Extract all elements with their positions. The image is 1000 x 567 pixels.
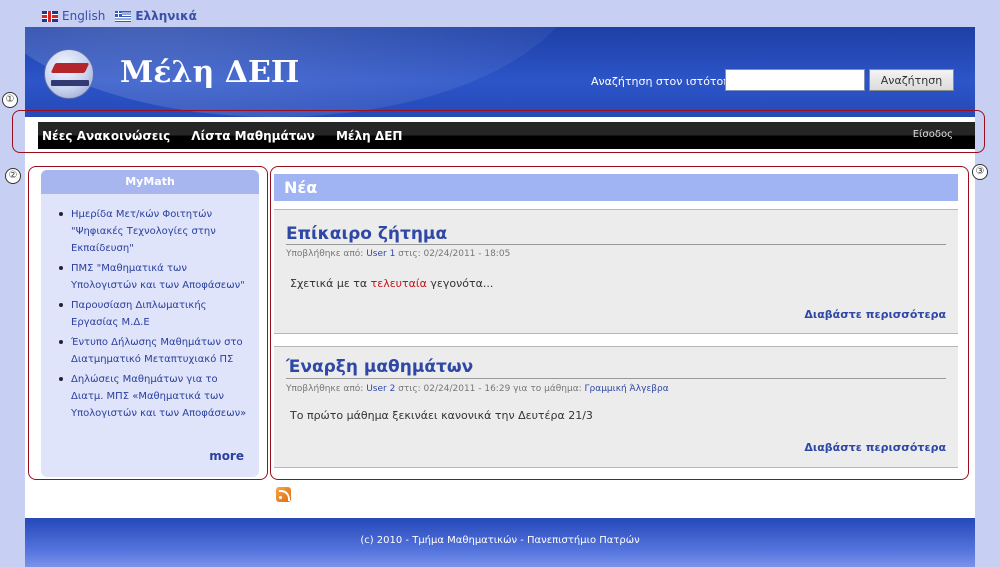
callout-frame-navigation	[12, 110, 985, 153]
language-bar: English Ελληνικά	[42, 7, 197, 25]
language-english[interactable]: English	[42, 9, 105, 23]
rss-feed-icon[interactable]	[276, 487, 291, 502]
site-footer: (c) 2010 - Τμήμα Μαθηματικών - Πανεπιστή…	[25, 518, 975, 567]
language-greek-label: Ελληνικά	[135, 9, 197, 23]
language-greek[interactable]: Ελληνικά	[115, 9, 197, 23]
search-label: Αναζήτηση στον ιστότοπο:	[591, 75, 741, 88]
callout-frame-sidebar	[28, 166, 268, 480]
greek-flag-icon	[115, 10, 132, 22]
callout-number-3: ③	[972, 164, 988, 180]
callout-number-2: ②	[5, 168, 21, 184]
uk-flag-icon	[42, 10, 58, 22]
callout-number-1: ①	[2, 92, 18, 108]
search-input[interactable]	[725, 69, 865, 91]
site-header: Μέλη ΔΕΠ Αναζήτηση στον ιστότοπο: Αναζήτ…	[25, 27, 975, 117]
footer-copyright: (c) 2010 - Τμήμα Μαθηματικών - Πανεπιστή…	[360, 535, 640, 546]
site-title: Μέλη ΔΕΠ	[120, 55, 300, 90]
search-button[interactable]: Αναζήτηση	[869, 69, 954, 91]
callout-frame-news	[270, 166, 969, 480]
language-english-label: English	[62, 9, 106, 23]
department-logo[interactable]	[44, 49, 94, 99]
